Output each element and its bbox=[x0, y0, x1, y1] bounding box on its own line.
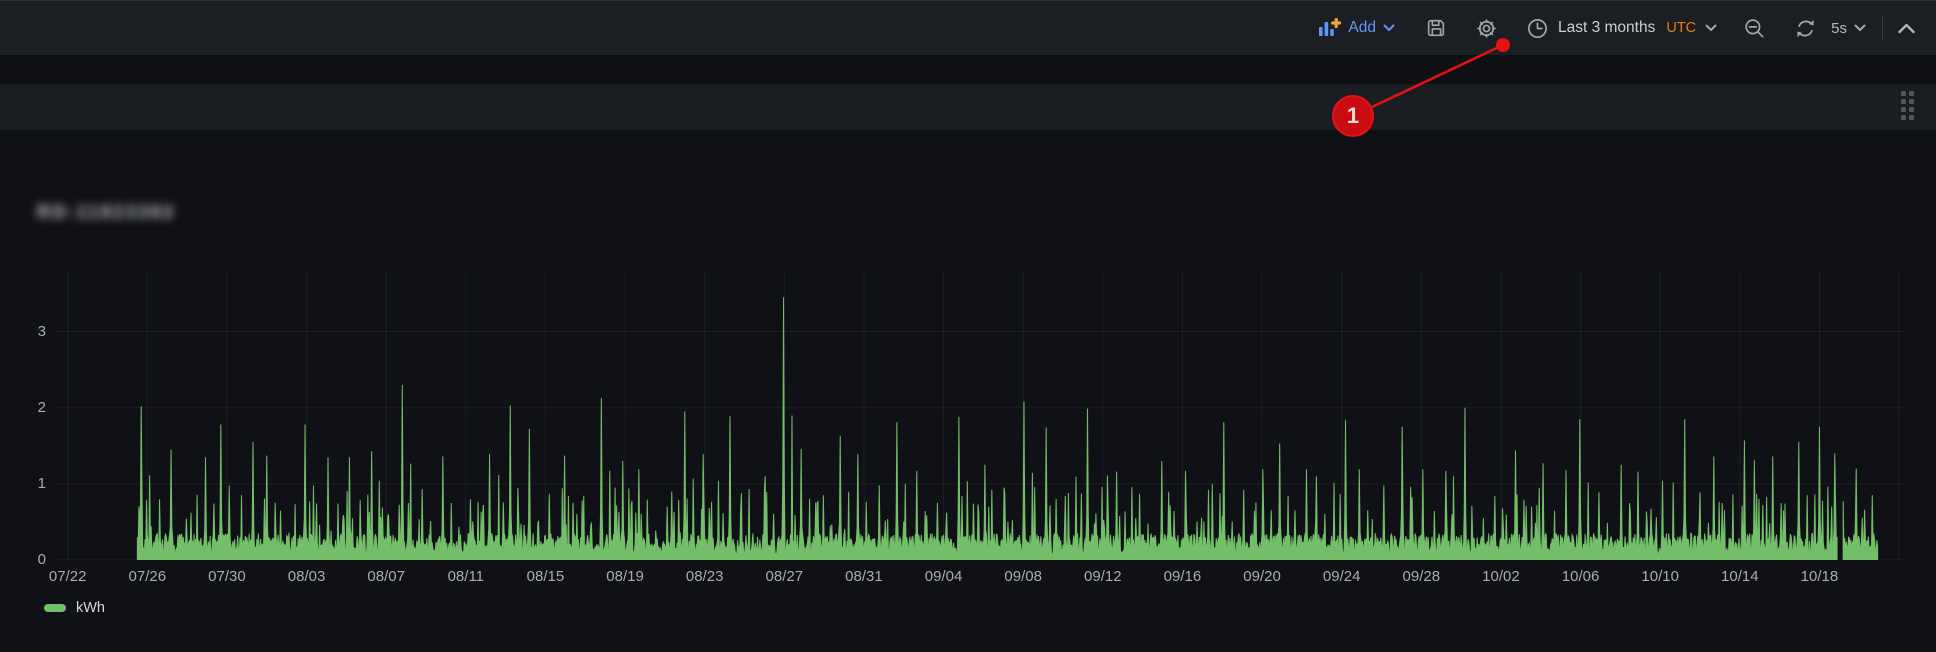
series-area-kwh bbox=[137, 297, 1837, 560]
chevron-down-icon bbox=[1383, 24, 1395, 32]
chevron-down-icon bbox=[1854, 24, 1866, 32]
y-tick-label: 3 bbox=[0, 322, 46, 342]
x-tick-label: 10/18 bbox=[1784, 566, 1854, 588]
time-range-picker[interactable]: Last 3 months UTC bbox=[1526, 17, 1717, 40]
dashboard-toolbar: Add Last 3 mon bbox=[0, 0, 1936, 56]
time-series-plot[interactable] bbox=[56, 270, 1904, 560]
x-tick-label: 10/14 bbox=[1705, 566, 1775, 588]
x-tick-label: 08/27 bbox=[749, 566, 819, 588]
x-tick-label: 09/04 bbox=[909, 566, 979, 588]
x-tick-label: 08/31 bbox=[829, 566, 899, 588]
x-tick-label: 10/02 bbox=[1466, 566, 1536, 588]
bar-chart-plus-icon bbox=[1317, 17, 1341, 39]
y-tick-label: 2 bbox=[0, 398, 46, 418]
x-tick-label: 09/16 bbox=[1147, 566, 1217, 588]
x-tick-label: 08/19 bbox=[590, 566, 660, 588]
x-tick-label: 08/15 bbox=[510, 566, 580, 588]
collapse-toolbar-button[interactable] bbox=[1897, 21, 1916, 35]
x-tick-label: 09/24 bbox=[1307, 566, 1377, 588]
add-button-label: Add bbox=[1348, 19, 1376, 37]
refresh-interval-dropdown[interactable]: 5s bbox=[1831, 20, 1866, 37]
dashboard-settings-button[interactable] bbox=[1475, 17, 1498, 40]
annotation-badge-1: 1 bbox=[1332, 95, 1374, 137]
x-tick-label: 09/28 bbox=[1386, 566, 1456, 588]
x-tick-label: 09/08 bbox=[988, 566, 1058, 588]
add-button[interactable]: Add bbox=[1317, 17, 1395, 39]
legend-series-swatch bbox=[44, 604, 66, 612]
time-range-label: Last 3 months bbox=[1558, 19, 1655, 37]
refresh-button[interactable] bbox=[1794, 17, 1817, 40]
panel-title[interactable]: RD-11823382 bbox=[37, 202, 176, 223]
zoom-out-button[interactable] bbox=[1743, 17, 1766, 40]
x-tick-label: 10/06 bbox=[1546, 566, 1616, 588]
chevron-down-icon bbox=[1705, 24, 1717, 32]
clock-icon bbox=[1526, 17, 1549, 40]
refresh-interval-label: 5s bbox=[1831, 20, 1847, 37]
x-tick-label: 07/26 bbox=[112, 566, 182, 588]
dashboard-canvas-strip bbox=[0, 56, 1936, 84]
legend-series-label: kWh bbox=[76, 600, 105, 616]
x-tick-label: 09/12 bbox=[1068, 566, 1138, 588]
panel-header-band bbox=[0, 84, 1936, 130]
timezone-label: UTC bbox=[1666, 20, 1696, 36]
y-tick-label: 1 bbox=[0, 474, 46, 494]
x-tick-label: 10/10 bbox=[1625, 566, 1695, 588]
gear-icon bbox=[1475, 17, 1498, 40]
x-tick-label: 08/03 bbox=[272, 566, 342, 588]
zoom-out-icon bbox=[1743, 17, 1766, 40]
toolbar-divider bbox=[1882, 15, 1883, 41]
x-tick-label: 07/30 bbox=[192, 566, 262, 588]
panel-drag-handle[interactable] bbox=[1901, 91, 1914, 120]
refresh-icon bbox=[1794, 17, 1817, 40]
chevron-up-icon bbox=[1897, 21, 1916, 35]
x-tick-label: 08/07 bbox=[351, 566, 421, 588]
x-tick-label: 08/23 bbox=[670, 566, 740, 588]
series-area-kwh bbox=[1843, 469, 1877, 560]
save-dashboard-button[interactable] bbox=[1425, 17, 1447, 39]
x-tick-label: 07/22 bbox=[33, 566, 103, 588]
save-icon bbox=[1425, 17, 1447, 39]
x-tick-label: 08/11 bbox=[431, 566, 501, 588]
x-tick-label: 09/20 bbox=[1227, 566, 1297, 588]
legend-item-kwh[interactable]: kWh bbox=[44, 600, 105, 616]
